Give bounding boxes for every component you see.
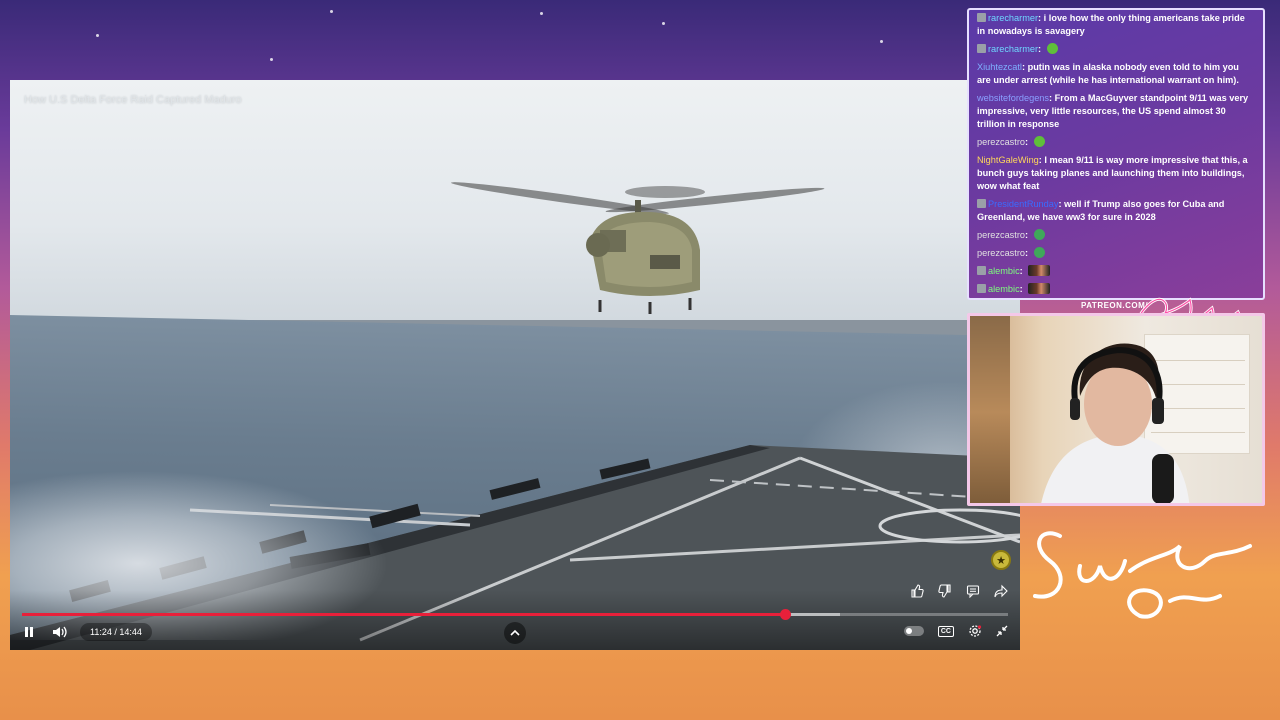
chat-message: perezcastro: — [977, 229, 1255, 242]
chat-username[interactable]: perezcastro — [977, 230, 1025, 240]
autoplay-toggle[interactable] — [903, 626, 924, 636]
chat-username[interactable]: NightGaleWing — [977, 155, 1039, 165]
video-player[interactable]: How U.S Delta Force Raid Captured Maduro… — [10, 80, 1020, 650]
progress-bar[interactable] — [22, 609, 1008, 620]
decor-star — [880, 40, 883, 43]
cc-icon[interactable]: CC — [937, 625, 954, 637]
chat-message: PresidentRunday: well if Trump also goes… — [977, 199, 1225, 222]
chat-username[interactable]: Xiuhtezcatl — [977, 62, 1022, 72]
chevron-up-icon[interactable] — [504, 622, 526, 644]
helicopter-image — [451, 182, 825, 314]
emote-green-sphere-icon — [1033, 247, 1045, 258]
emote-face-icon — [1028, 265, 1051, 276]
settings-button[interactable] — [968, 624, 982, 638]
emote-green-sphere-icon — [1033, 229, 1045, 240]
user-badge-icon — [977, 44, 986, 53]
emote-green-icon — [1033, 136, 1045, 147]
chat-username[interactable]: alembic — [988, 284, 1020, 294]
user-badge-icon — [977, 13, 986, 22]
chat-message: perezcastro: — [977, 247, 1255, 260]
emote-face-icon — [1028, 283, 1051, 294]
user-badge-icon — [977, 284, 986, 293]
chat-message: rarecharmer: — [977, 43, 1255, 56]
chat-panel: rarecharmer: i love how the only thing a… — [967, 8, 1265, 300]
pause-button[interactable] — [22, 624, 36, 640]
chat-message: alembic: — [977, 265, 1255, 278]
user-badge-icon — [977, 199, 986, 208]
gear-icon — [969, 625, 982, 637]
decor-star — [662, 22, 665, 25]
progress-fill — [22, 613, 785, 616]
chat-message: perezcastro: — [977, 136, 1255, 149]
exit-fullscreen-icon — [996, 625, 1008, 637]
chat-username[interactable]: websitefordegens — [977, 93, 1049, 103]
chat-username[interactable]: alembic — [988, 266, 1020, 276]
streamer-image — [1041, 343, 1190, 503]
exit-fullscreen-button[interactable] — [996, 625, 1008, 637]
webcam-shelf — [970, 316, 1010, 503]
volume-icon — [53, 626, 67, 638]
chat-username[interactable]: perezcastro — [977, 248, 1025, 258]
emote-green-icon — [1046, 43, 1058, 54]
channel-badge-icon[interactable]: ★ — [991, 550, 1011, 570]
progress-scrubber[interactable] — [779, 609, 791, 620]
decor-star — [270, 58, 273, 61]
webcam-feed — [967, 313, 1265, 506]
right-controls: CC — [903, 624, 1008, 638]
chat-username[interactable]: PresidentRunday — [988, 199, 1058, 209]
chat-message: NightGaleWing: I mean 9/11 is way more i… — [977, 155, 1248, 191]
chat-message: websitefordegens: From a MacGuyver stand… — [977, 93, 1249, 129]
chat-username[interactable]: perezcastro — [977, 137, 1025, 147]
chat-message: Xiuhtezcatl: putin was in alaska nobody … — [977, 62, 1239, 85]
chat-message: rarecharmer: i love how the only thing a… — [977, 13, 1245, 36]
decor-star — [330, 10, 333, 13]
chat-username[interactable]: rarecharmer — [988, 13, 1038, 23]
video-title: How U.S Delta Force Raid Captured Maduro — [24, 94, 242, 106]
volume-button[interactable] — [52, 624, 68, 640]
chat-username[interactable]: rarecharmer — [988, 44, 1038, 54]
pause-icon — [25, 627, 33, 637]
something-else-logo — [1033, 531, 1252, 619]
decor-star — [96, 34, 99, 37]
decor-star — [540, 12, 543, 15]
user-badge-icon — [977, 266, 986, 275]
time-display: 11:24 / 14:44 — [80, 623, 152, 641]
